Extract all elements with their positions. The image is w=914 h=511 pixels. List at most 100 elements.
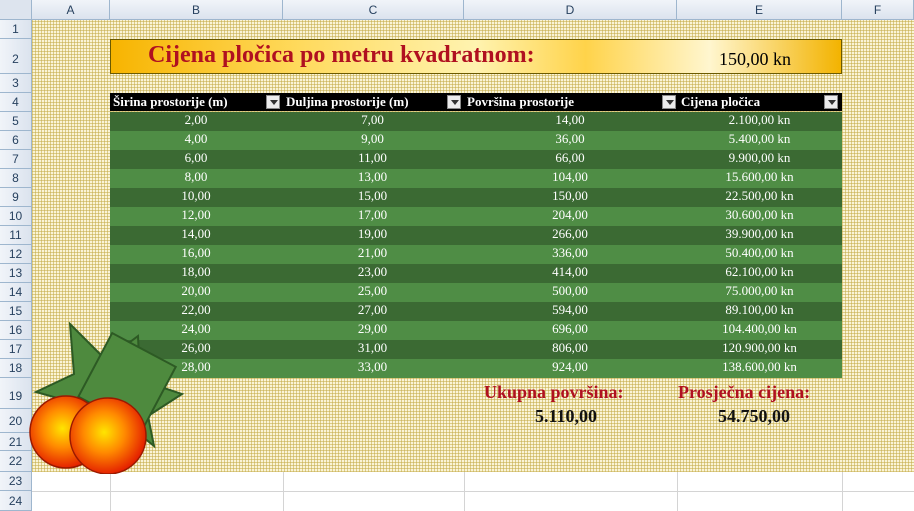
cell-width[interactable]: 12,00 bbox=[110, 207, 282, 226]
cell-area[interactable]: 924,00 bbox=[463, 359, 677, 378]
cell-area[interactable]: 36,00 bbox=[463, 131, 677, 150]
filter-dropdown-icon[interactable] bbox=[266, 95, 280, 109]
cell-length[interactable]: 11,00 bbox=[282, 150, 463, 169]
cell-area[interactable]: 500,00 bbox=[463, 283, 677, 302]
row-header-5[interactable]: 5 bbox=[0, 112, 32, 131]
cell-price[interactable]: 9.900,00 kn bbox=[677, 150, 842, 169]
cell-area[interactable]: 696,00 bbox=[463, 321, 677, 340]
cell-width[interactable]: 22,00 bbox=[110, 302, 282, 321]
filter-dropdown-icon[interactable] bbox=[662, 95, 676, 109]
row-header-4[interactable]: 4 bbox=[0, 93, 32, 112]
cell-length[interactable]: 33,00 bbox=[282, 359, 463, 378]
cell-price[interactable]: 75.000,00 kn bbox=[677, 283, 842, 302]
cell-length[interactable]: 31,00 bbox=[282, 340, 463, 359]
header-price: Cijena pločica bbox=[681, 94, 761, 109]
gridline bbox=[677, 472, 678, 511]
row-header-23[interactable]: 23 bbox=[0, 472, 32, 491]
row-header-10[interactable]: 10 bbox=[0, 207, 32, 226]
cell-area[interactable]: 806,00 bbox=[463, 340, 677, 359]
cell-width[interactable]: 20,00 bbox=[110, 283, 282, 302]
column-header-e[interactable]: E bbox=[677, 0, 842, 20]
cell-area[interactable]: 594,00 bbox=[463, 302, 677, 321]
cell-length[interactable]: 9,00 bbox=[282, 131, 463, 150]
table-row: 14,00 19,00 266,00 39.900,00 kn bbox=[110, 226, 842, 245]
gridline bbox=[110, 472, 111, 511]
gridline bbox=[842, 472, 843, 511]
banner-price: 150,00 kn bbox=[719, 49, 791, 69]
column-header-d[interactable]: D bbox=[464, 0, 677, 20]
cell-length[interactable]: 21,00 bbox=[282, 245, 463, 264]
cell-area[interactable]: 266,00 bbox=[463, 226, 677, 245]
cell-price[interactable]: 5.400,00 kn bbox=[677, 131, 842, 150]
cell-width[interactable]: 18,00 bbox=[110, 264, 282, 283]
column-header-f[interactable]: F bbox=[842, 0, 914, 20]
cell-price[interactable]: 22.500,00 kn bbox=[677, 188, 842, 207]
column-header-b[interactable]: B bbox=[110, 0, 283, 20]
total-area-value[interactable]: 5.110,00 bbox=[535, 406, 597, 427]
cell-width[interactable]: 14,00 bbox=[110, 226, 282, 245]
row-header-3[interactable]: 3 bbox=[0, 74, 32, 93]
cell-price[interactable]: 120.900,00 kn bbox=[677, 340, 842, 359]
cell-area[interactable]: 66,00 bbox=[463, 150, 677, 169]
gridline bbox=[464, 472, 465, 511]
cell-area[interactable]: 336,00 bbox=[463, 245, 677, 264]
row-header-1[interactable]: 1 bbox=[0, 20, 32, 39]
cell-length[interactable]: 29,00 bbox=[282, 321, 463, 340]
cell-length[interactable]: 7,00 bbox=[282, 112, 463, 131]
row-header-24[interactable]: 24 bbox=[0, 491, 32, 511]
cell-width[interactable]: 8,00 bbox=[110, 169, 282, 188]
cell-length[interactable]: 23,00 bbox=[282, 264, 463, 283]
row-header-8[interactable]: 8 bbox=[0, 169, 32, 188]
cell-area[interactable]: 150,00 bbox=[463, 188, 677, 207]
cell-price[interactable]: 50.400,00 kn bbox=[677, 245, 842, 264]
cell-width[interactable]: 10,00 bbox=[110, 188, 282, 207]
cell-width[interactable]: 6,00 bbox=[110, 150, 282, 169]
average-price-value[interactable]: 54.750,00 bbox=[718, 406, 790, 427]
cell-price[interactable]: 30.600,00 kn bbox=[677, 207, 842, 226]
row-header-9[interactable]: 9 bbox=[0, 188, 32, 207]
row-header-7[interactable]: 7 bbox=[0, 150, 32, 169]
cell-price[interactable]: 62.100,00 kn bbox=[677, 264, 842, 283]
row-header-6[interactable]: 6 bbox=[0, 131, 32, 150]
cell-price[interactable]: 15.600,00 kn bbox=[677, 169, 842, 188]
cell-price[interactable]: 39.900,00 kn bbox=[677, 226, 842, 245]
row-header-11[interactable]: 11 bbox=[0, 226, 32, 245]
table-row: 18,00 23,00 414,00 62.100,00 kn bbox=[110, 264, 842, 283]
orange-ball-shape[interactable] bbox=[69, 397, 147, 474]
cell-length[interactable]: 27,00 bbox=[282, 302, 463, 321]
cell-length[interactable]: 15,00 bbox=[282, 188, 463, 207]
cell-area[interactable]: 14,00 bbox=[463, 112, 677, 131]
header-area: Površina prostorije bbox=[467, 94, 574, 109]
column-header-a[interactable]: A bbox=[32, 0, 110, 20]
cell-width[interactable]: 2,00 bbox=[110, 112, 282, 131]
cell-price[interactable]: 89.100,00 kn bbox=[677, 302, 842, 321]
cell-width[interactable]: 4,00 bbox=[110, 131, 282, 150]
row-header-14[interactable]: 14 bbox=[0, 283, 32, 302]
header-width: Širina prostorije (m) bbox=[113, 94, 228, 109]
cell-area[interactable]: 204,00 bbox=[463, 207, 677, 226]
cell-length[interactable]: 13,00 bbox=[282, 169, 463, 188]
cell-area[interactable]: 414,00 bbox=[463, 264, 677, 283]
cell-price[interactable]: 138.600,00 kn bbox=[677, 359, 842, 378]
select-all-corner[interactable] bbox=[0, 0, 32, 20]
total-area-label: Ukupna površina: bbox=[484, 382, 624, 402]
filter-dropdown-icon[interactable] bbox=[447, 95, 461, 109]
table-row: 22,00 27,00 594,00 89.100,00 kn bbox=[110, 302, 842, 321]
cell-length[interactable]: 25,00 bbox=[282, 283, 463, 302]
row-header-13[interactable]: 13 bbox=[0, 264, 32, 283]
table-body: 2,00 7,00 14,00 2.100,00 kn 4,00 9,00 36,00 5.4… bbox=[110, 112, 842, 378]
table-row: 28,00 33,00 924,00 138.600,00 kn bbox=[110, 359, 842, 378]
filter-dropdown-icon[interactable] bbox=[824, 95, 838, 109]
column-header-c[interactable]: C bbox=[283, 0, 464, 20]
gridline bbox=[283, 472, 284, 511]
row-header-12[interactable]: 12 bbox=[0, 245, 32, 264]
cell-area[interactable]: 104,00 bbox=[463, 169, 677, 188]
row-header-15[interactable]: 15 bbox=[0, 302, 32, 321]
header-length: Duljina prostorije (m) bbox=[286, 94, 409, 109]
cell-width[interactable]: 16,00 bbox=[110, 245, 282, 264]
cell-price[interactable]: 2.100,00 kn bbox=[677, 112, 842, 131]
cell-price[interactable]: 104.400,00 kn bbox=[677, 321, 842, 340]
row-header-2[interactable]: 2 bbox=[0, 39, 32, 74]
cell-length[interactable]: 17,00 bbox=[282, 207, 463, 226]
cell-length[interactable]: 19,00 bbox=[282, 226, 463, 245]
